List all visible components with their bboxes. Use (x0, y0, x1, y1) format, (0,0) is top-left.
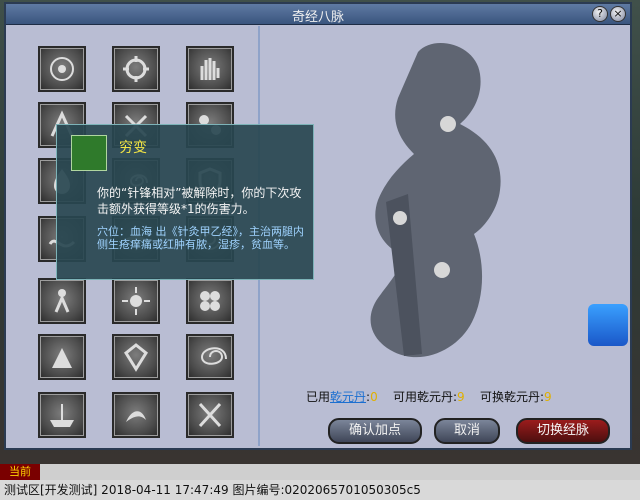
skill-icon-15[interactable] (186, 278, 234, 324)
sun-icon (122, 287, 150, 315)
current-channel-tab[interactable]: 当前 (0, 464, 40, 480)
skill-icon-2[interactable] (112, 46, 160, 92)
close-button[interactable]: × (610, 6, 626, 22)
status-bar: 测试区[开发测试] 2018-04-11 17:47:49 图片编号:02020… (0, 480, 640, 500)
skill-icon-14[interactable] (112, 278, 160, 324)
used-link[interactable]: 乾元丹 (330, 390, 366, 404)
used-label: 已用 (306, 390, 331, 404)
gear-icon (123, 56, 149, 82)
skill-icon-20[interactable] (112, 392, 160, 438)
skill-icon-16[interactable] (38, 334, 86, 380)
skill-icon-21[interactable] (186, 392, 234, 438)
switch-meridian-button[interactable]: 切换经脉 (516, 418, 610, 444)
ship-icon (50, 404, 74, 427)
skill-icon-3[interactable] (186, 46, 234, 92)
swappable-label: 可换乾元丹 (479, 390, 540, 404)
swappable-value: 9 (544, 390, 552, 404)
used-value: 0 (370, 390, 378, 404)
resource-stats: 已用乾元丹:0 可用乾元丹:9 可换乾元丹:9 (306, 390, 552, 404)
flower-icon (200, 291, 220, 311)
window-titlebar[interactable]: 奇经八脉 ? × (6, 4, 630, 25)
vortex-icon (200, 347, 227, 365)
eye-icon (50, 57, 74, 81)
available-value: 9 (457, 390, 465, 404)
skill-icon-13[interactable] (38, 278, 86, 324)
gem-icon (124, 343, 148, 372)
tooltip-title: 穷变 (119, 140, 147, 156)
skill-tooltip: 穷变 你的“针锋相对”被解除时，你的下次攻击额外获得等级*1的伤害力。 穴位：血… (56, 124, 314, 280)
window-title: 奇经八脉 (291, 10, 344, 25)
dream-badge-icon[interactable] (588, 304, 628, 346)
skill-icon-1[interactable] (38, 46, 86, 92)
confirm-points-button[interactable]: 确认加点 (328, 418, 422, 444)
warrior-icon (52, 348, 72, 368)
skill-icon-19[interactable] (38, 392, 86, 438)
figure-icon (54, 289, 70, 313)
swords-icon (198, 402, 222, 428)
clover-icon (71, 135, 107, 171)
skill-icon-18[interactable] (186, 334, 234, 380)
cancel-button[interactable]: 取消 (434, 418, 500, 444)
help-button[interactable]: ? (592, 6, 608, 22)
tooltip-description: 你的“针锋相对”被解除时，你的下次攻击额外获得等级*1的伤害力。 (97, 186, 302, 216)
dragon-icon (126, 411, 146, 422)
available-label: 可用乾元丹 (392, 390, 453, 404)
hand-icon (200, 58, 220, 80)
tooltip-acupoint: 穴位：血海 出《针灸甲乙经》，主治两腿内侧生疮痒痛或红肿有脓，湿疹，贫血等。 (97, 225, 304, 251)
character-silhouette (370, 43, 501, 358)
meridian-window: 奇经八脉 ? × 穷变 你的“针锋相对”被解除时，你的下次攻击额外获得等级*1的… (4, 2, 632, 450)
skill-icon-17[interactable] (112, 334, 160, 380)
status-text: 测试区[开发测试] 2018-04-11 17:47:49 图片编号:02020… (4, 483, 421, 497)
